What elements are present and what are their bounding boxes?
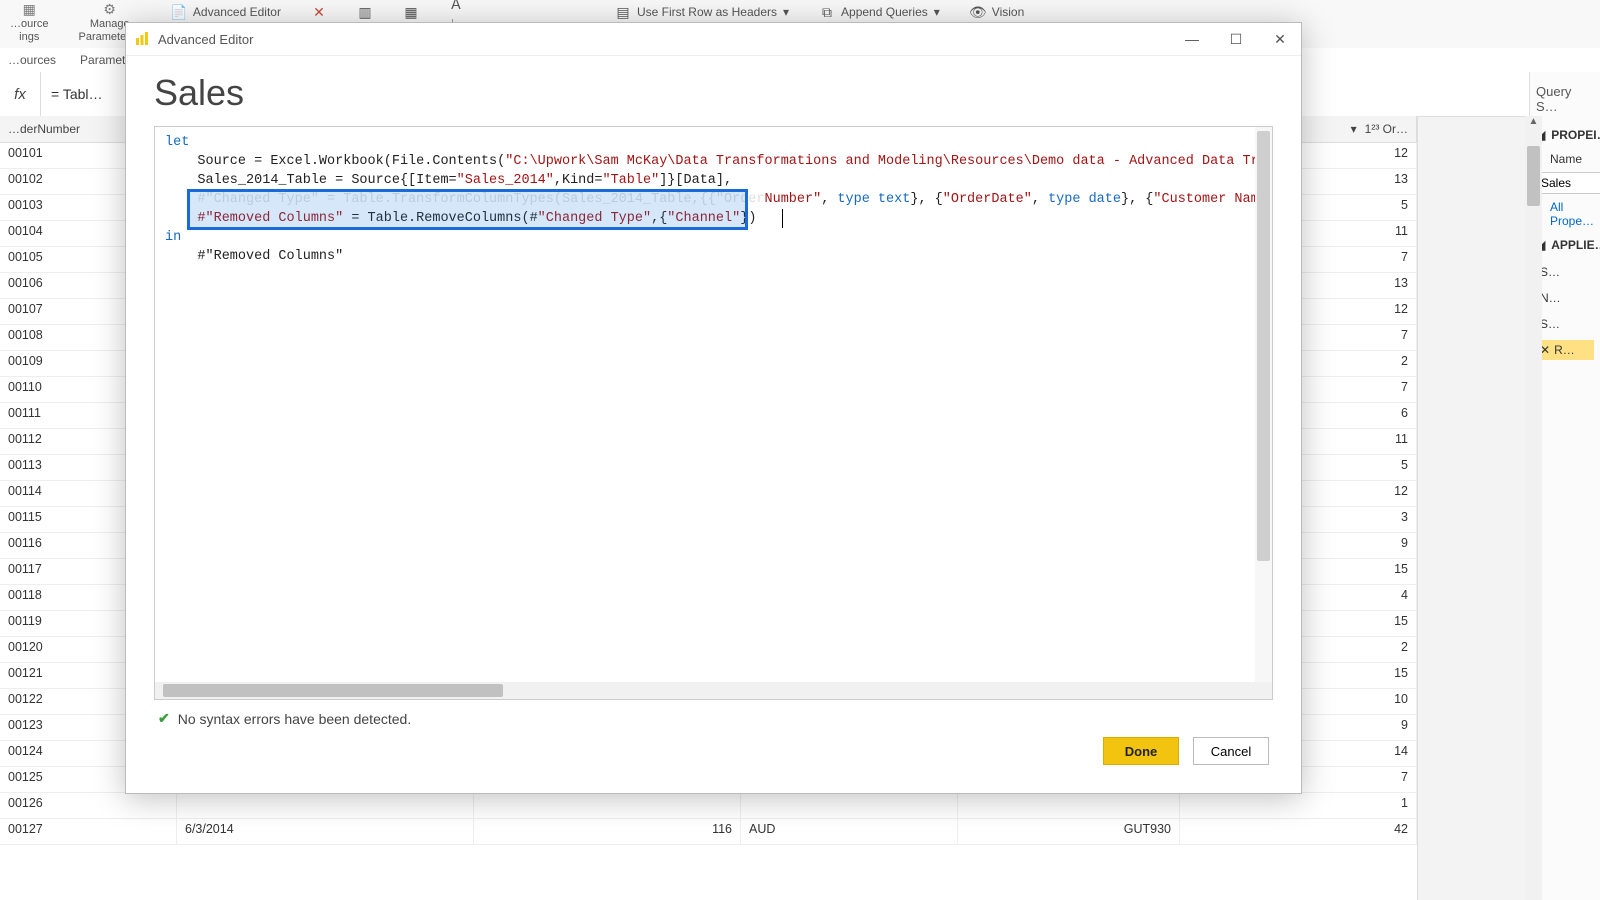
applied-steps-section: ◢ APPLIE… (1536, 234, 1594, 256)
chevron-down-icon: ▾ (934, 5, 940, 19)
scroll-thumb[interactable] (163, 684, 503, 697)
ribbon-append-queries[interactable]: ⧉ Append Queries ▾ (813, 0, 946, 24)
cell: 1 (1180, 793, 1417, 818)
append-icon: ⧉ (819, 4, 835, 20)
vision-icon: 👁 (970, 4, 986, 20)
table-row[interactable]: 00126 1 (0, 793, 1417, 819)
cell: GUT930 (958, 819, 1180, 844)
table-row[interactable]: 001276/3/2014116AUDGUT93042 (0, 819, 1417, 845)
check-icon: ✔ (158, 710, 170, 727)
dialog-title: Advanced Editor (158, 32, 253, 47)
cell: 116 (474, 819, 741, 844)
query-heading: Sales (154, 72, 1273, 114)
cell (741, 793, 958, 818)
fx-label: fx (0, 72, 41, 116)
ribbon-source[interactable]: ▦ …ource ings (4, 0, 55, 44)
editor-horizontal-scrollbar[interactable] (155, 682, 1272, 699)
ribbon-remove[interactable]: ✕ (305, 0, 333, 24)
applied-step[interactable]: S… (1536, 262, 1594, 282)
properties-section: ◢ PROPEI… (1536, 124, 1594, 146)
cell: 00127 (0, 819, 177, 844)
scroll-thumb[interactable] (1527, 146, 1540, 206)
cell (958, 793, 1180, 818)
ribbon-split[interactable]: ▥ (351, 0, 379, 24)
ribbon-vision[interactable]: 👁 Vision (964, 0, 1030, 24)
dialog-titlebar[interactable]: Advanced Editor ― ☐ ✕ (126, 23, 1301, 56)
text-caret (782, 209, 783, 228)
powerbi-logo-icon (134, 31, 150, 47)
query-settings-title: Query S… (1536, 80, 1594, 118)
cancel-button[interactable]: Cancel (1193, 737, 1269, 765)
cell: 6/3/2014 (177, 819, 474, 844)
ribbon-advanced-editor[interactable]: 📄 Advanced Editor (165, 0, 287, 24)
editor-vertical-scrollbar[interactable] (1255, 127, 1272, 682)
advanced-editor-dialog: Advanced Editor ― ☐ ✕ Sales Display Opti… (125, 22, 1302, 794)
cell: 42 (1180, 819, 1417, 844)
cell (177, 793, 474, 818)
applied-step-selected[interactable]: ✕ R… (1536, 340, 1594, 360)
headers-icon: ▤ (615, 4, 631, 20)
delete-icon: ✕ (311, 4, 327, 20)
query-name-input[interactable] (1536, 172, 1600, 194)
scroll-up-icon[interactable]: ▲ (1525, 116, 1542, 133)
group-icon: ▦ (403, 4, 419, 20)
syntax-status: ✔ No syntax errors have been detected. (154, 700, 1273, 737)
split-icon: ▥ (357, 4, 373, 20)
data-source-icon: ▦ (16, 0, 42, 18)
ribbon-sort[interactable]: Ａ↓ (443, 0, 471, 24)
grid-vertical-scrollbar[interactable]: ▲ (1525, 116, 1542, 900)
chevron-down-icon: ▾ (783, 5, 789, 19)
cell: AUD (741, 819, 958, 844)
code-editor[interactable]: let Source = Excel.Workbook(File.Content… (154, 126, 1273, 700)
sort-icon: Ａ↓ (449, 4, 465, 20)
scroll-thumb[interactable] (1257, 131, 1270, 561)
all-properties-link[interactable]: All Prope… (1536, 200, 1594, 228)
close-button[interactable]: ✕ (1267, 31, 1293, 48)
maximize-button[interactable]: ☐ (1223, 31, 1249, 48)
applied-step[interactable]: N… (1536, 288, 1594, 308)
done-button[interactable]: Done (1103, 737, 1179, 765)
cell: 00126 (0, 793, 177, 818)
ribbon-group[interactable]: ▦ (397, 0, 425, 24)
applied-step[interactable]: S… (1536, 314, 1594, 334)
ribbon-use-first-row[interactable]: ▤ Use First Row as Headers ▾ (609, 0, 795, 24)
cell (474, 793, 741, 818)
name-label: Name (1536, 152, 1594, 166)
minimize-button[interactable]: ― (1179, 31, 1205, 48)
editor-icon: 📄 (171, 4, 187, 20)
parameters-icon: ⚙ (97, 0, 123, 18)
filter-icon[interactable]: ▾ (1351, 122, 1357, 136)
